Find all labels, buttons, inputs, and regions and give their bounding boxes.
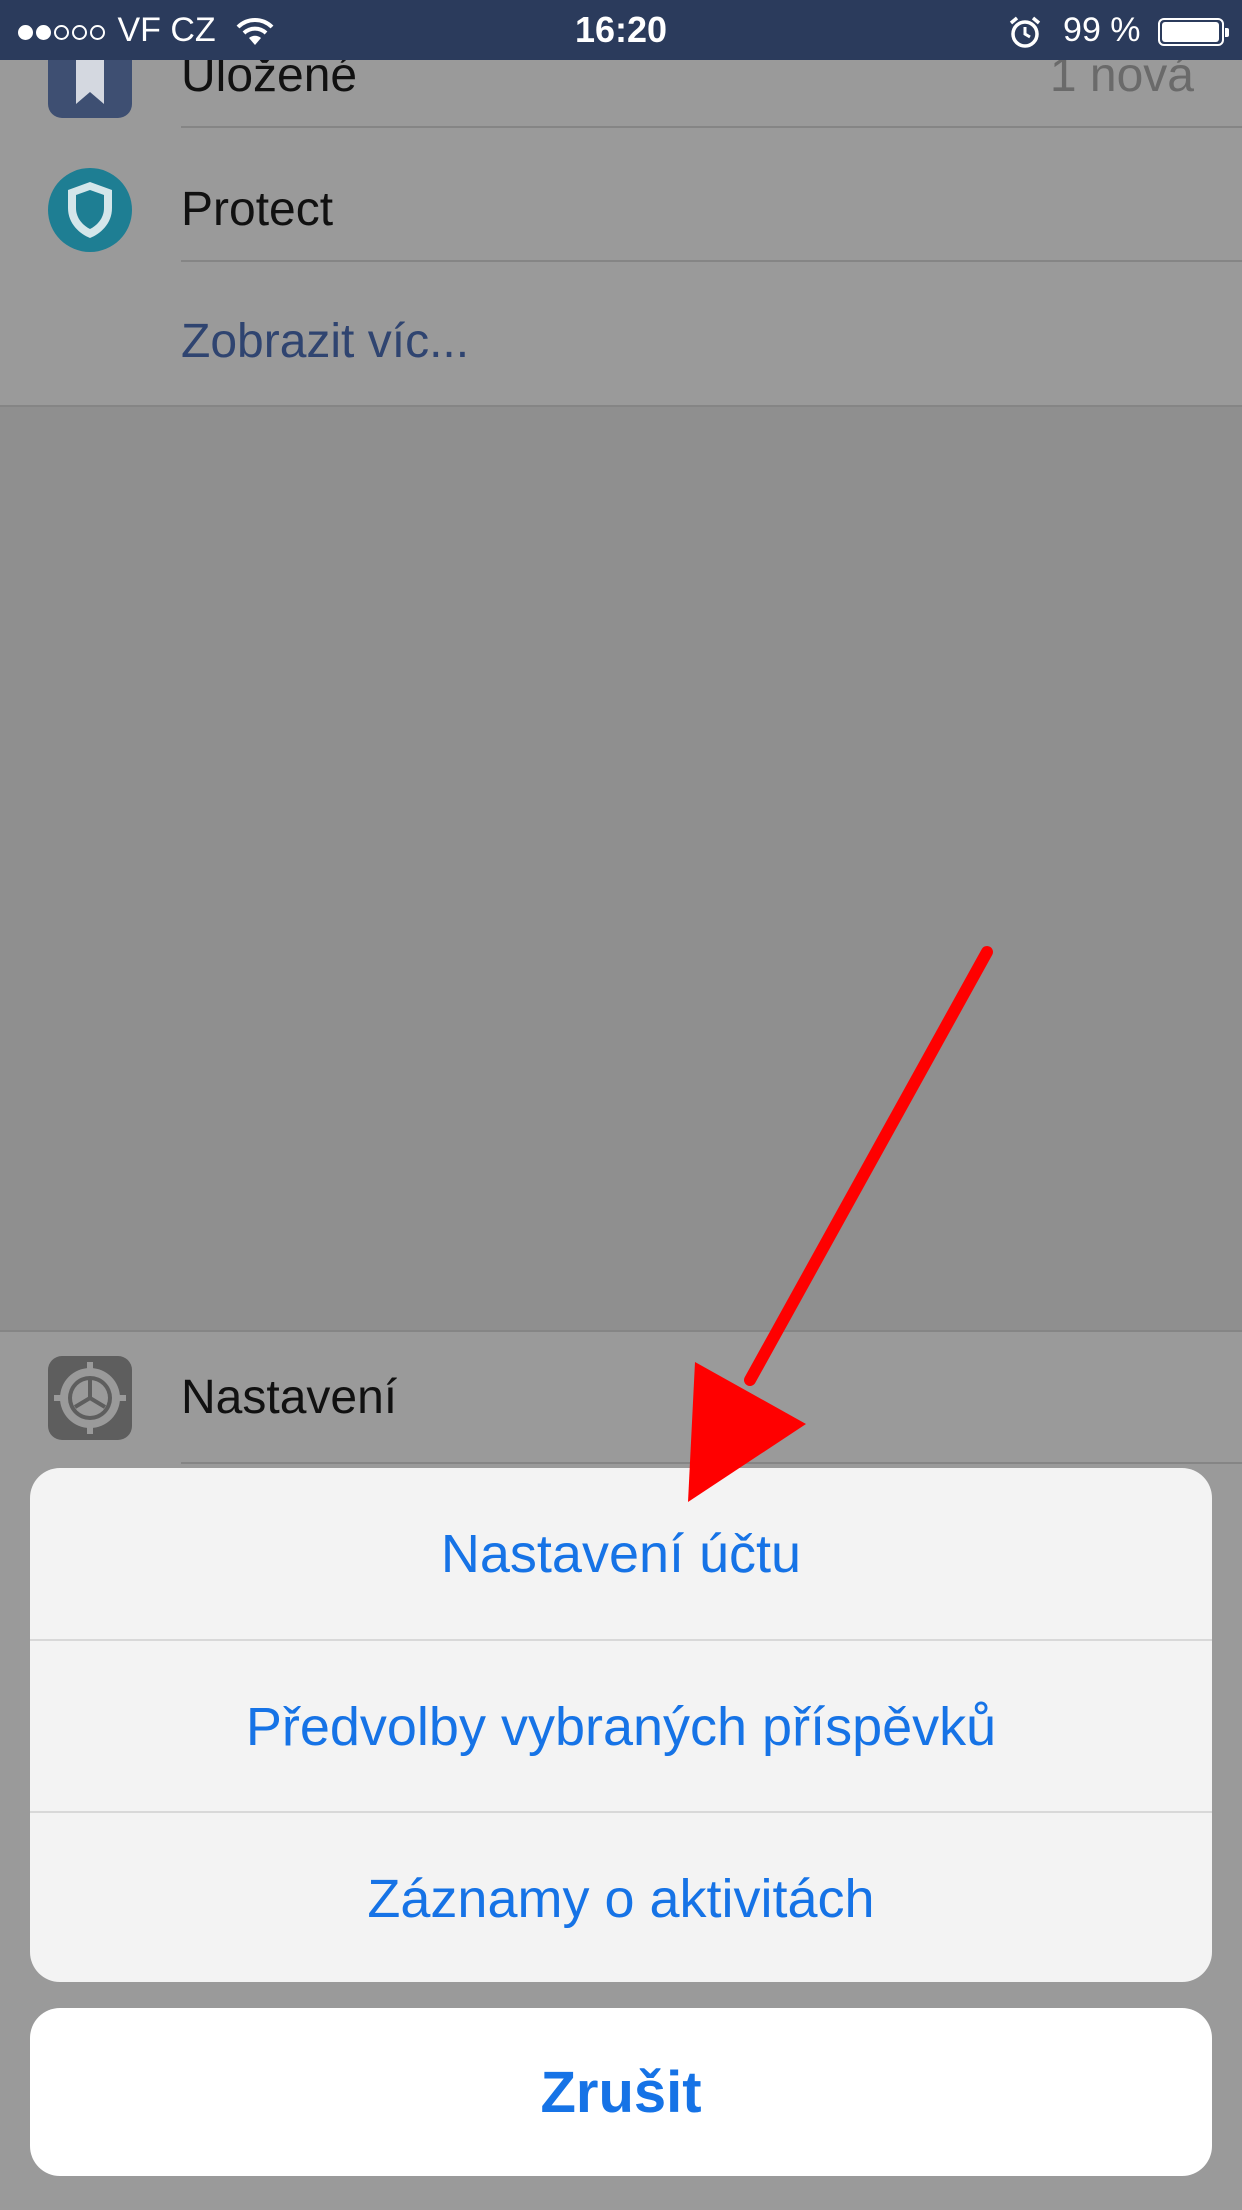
shield-icon [48,168,132,252]
gear-icon [48,1356,132,1440]
status-bar: VF CZ 16:20 99 % [0,0,1242,60]
menu-item-label: Nastavení [181,1371,398,1424]
menu-item-settings[interactable]: Nastavení [0,1332,1242,1464]
divider [181,260,1242,262]
menu-list: Uložené 1 nová Protect Zobrazit víc... [0,34,1242,407]
account-settings-button[interactable]: Nastavení účtu [30,1468,1212,1639]
action-sheet: Nastavení účtu Předvolby vybraných přísp… [30,1468,1212,1982]
menu-item-protect[interactable]: Protect [0,132,1242,262]
battery-icon [1158,18,1229,47]
divider [181,126,1242,128]
menu-item-label: Protect [181,183,334,236]
show-more-link[interactable]: Zobrazit víc... [181,314,469,369]
battery-percent: 99 % [1063,11,1141,49]
cancel-button[interactable]: Zrušit [30,2008,1212,2176]
divider [181,1462,1242,1464]
status-right: 99 % [1008,10,1229,50]
activity-log-button[interactable]: Záznamy o aktivitách [30,1813,1212,1982]
news-feed-preferences-button[interactable]: Předvolby vybraných příspěvků [30,1641,1212,1812]
alarm-icon [1009,16,1040,48]
